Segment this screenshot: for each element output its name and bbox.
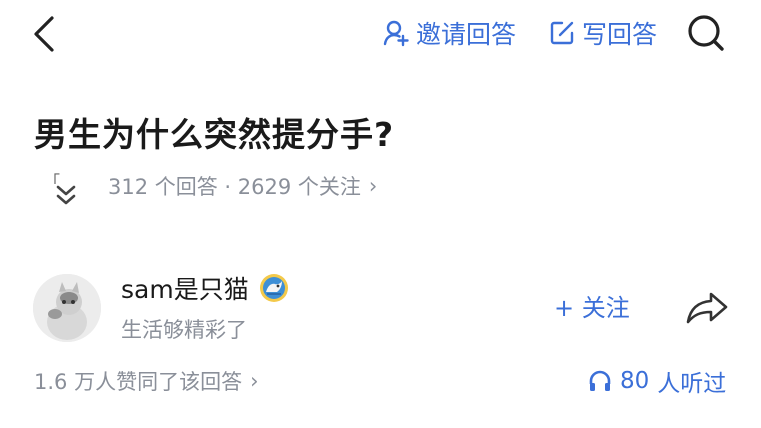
likes-link[interactable]: 1.6 万人赞同了该回答 › [34, 366, 258, 396]
headphones-icon [589, 370, 611, 391]
listen-count: 80 [620, 368, 650, 394]
chevron-right-icon: › [368, 174, 378, 198]
question-stats-link[interactable]: 312 个回答 · 2629 个关注 › [108, 171, 377, 201]
search-button[interactable] [685, 12, 727, 54]
invite-answer-label: 邀请回答 [416, 20, 517, 49]
double-chevron-down-icon [56, 185, 76, 205]
share-button[interactable] [684, 288, 730, 328]
follow-label: + 关注 [554, 294, 630, 322]
invite-answer-button[interactable]: 邀请回答 [382, 16, 516, 50]
share-icon [686, 292, 728, 324]
chevron-right-icon: › [250, 369, 259, 393]
likes-text: 1.6 万人赞同了该回答 [34, 370, 243, 394]
badge-icon [259, 274, 288, 302]
question-title: 男生为什么突然提分手? [34, 115, 395, 154]
listen-button[interactable]: 80 人听过 [588, 364, 726, 398]
cat-avatar-image [33, 274, 101, 342]
expand-button[interactable] [54, 182, 78, 208]
author-bio: 生活够精彩了 [121, 318, 247, 342]
author-name-row[interactable]: sam是只猫 [121, 270, 289, 306]
back-button[interactable] [26, 10, 66, 58]
author-name: sam是只猫 [121, 275, 249, 304]
invite-user-icon [383, 20, 409, 47]
avatar[interactable] [33, 274, 101, 342]
listen-label: 人听过 [657, 371, 727, 397]
write-answer-button[interactable]: 写回答 [548, 16, 657, 50]
chevron-left-icon [34, 16, 54, 52]
search-icon [688, 15, 724, 51]
edit-icon [550, 21, 574, 45]
follow-button[interactable]: + 关注 [554, 288, 630, 323]
write-answer-label: 写回答 [582, 20, 658, 49]
question-stats: 312 个回答 · 2629 个关注 [108, 175, 361, 199]
